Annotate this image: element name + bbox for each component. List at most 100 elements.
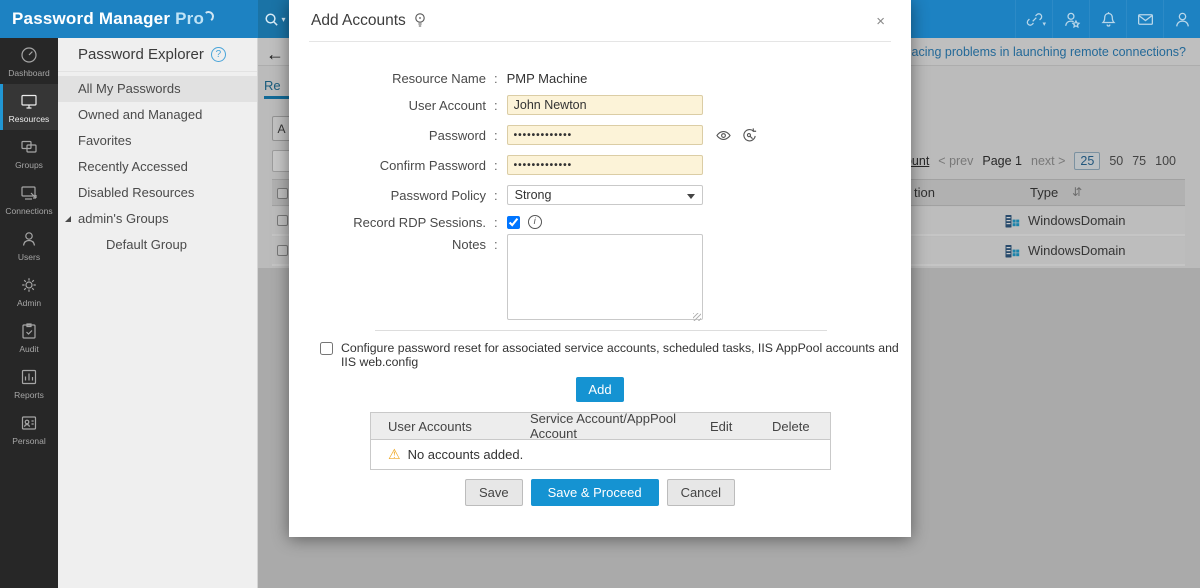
password-input[interactable] [507,125,703,145]
colon: : [494,71,498,86]
password-icon-group [715,127,758,144]
form-row-user-account: User Account : [289,90,911,120]
add-button[interactable]: Add [576,377,624,402]
sidebar-item-connections[interactable]: Connections [0,176,58,222]
main-sidebar: Dashboard Resources Groups Connections U… [0,38,58,588]
close-icon[interactable]: × [872,11,889,32]
sidebar-item-personal[interactable]: Personal [0,406,58,452]
confirm-password-label: Confirm Password [289,158,486,173]
col-service-account: Service Account/AppPool Account [530,411,710,441]
form-row-notes: Notes : [289,234,911,325]
profile-button[interactable] [1163,0,1200,38]
groups-icon [19,137,39,157]
colon: : [494,215,498,230]
notes-textarea[interactable] [507,234,703,320]
sidebar-item-dashboard[interactable]: Dashboard [0,38,58,84]
sidebar-item-resources[interactable]: Resources [0,84,58,130]
explorer-item-label: admin's Groups [78,211,169,226]
explorer-title: Password Explorer [78,46,204,63]
app-logo: Password Manager Pro [12,9,214,29]
accounts-table-header: User Accounts Service Account/AppPool Ac… [371,413,830,440]
configure-reset-row: Configure password reset for associated … [320,341,911,369]
tree-expander-icon[interactable] [65,216,71,222]
cancel-button[interactable]: Cancel [667,479,735,506]
user-favorites-button[interactable] [1052,0,1089,38]
explorer-header: Password Explorer ? [58,38,257,72]
form-divider [375,330,827,331]
mail-button[interactable] [1126,0,1163,38]
password-policy-label: Password Policy [289,188,486,203]
user-account-label: User Account [289,98,486,113]
form-row-resource-name: Resource Name : PMP Machine [289,66,911,90]
sidebar-label: Personal [12,436,46,446]
explorer-item-disabled-resources[interactable]: Disabled Resources [58,180,257,206]
explorer-item-default-group[interactable]: Default Group [58,232,257,258]
search-icon [263,11,280,28]
explorer-item-recently-accessed[interactable]: Recently Accessed [58,154,257,180]
empty-message: No accounts added. [408,447,524,462]
accounts-table: User Accounts Service Account/AppPool Ac… [370,412,831,470]
col-delete: Delete [772,419,830,434]
warning-icon: ⚠ [388,446,401,463]
bulb-icon[interactable] [413,12,427,29]
explorer-item-all-my-passwords[interactable]: All My Passwords [58,76,257,102]
quick-connect-button[interactable]: ▾ [1015,0,1052,38]
record-rdp-label: Record RDP Sessions. [289,215,486,230]
modal-title: Add Accounts [311,12,406,30]
sidebar-label: Resources [9,114,50,124]
sidebar-item-groups[interactable]: Groups [0,130,58,176]
generate-password-icon[interactable] [741,127,758,144]
save-and-proceed-button[interactable]: Save & Proceed [531,479,659,506]
sidebar-label: Admin [17,298,41,308]
audit-icon [19,321,39,341]
add-accounts-modal: Add Accounts × Resource Name : PMP Machi… [289,0,911,537]
save-button[interactable]: Save [465,479,523,506]
notes-label: Notes [289,234,486,252]
explorer-item-favorites[interactable]: Favorites [58,128,257,154]
explorer-item-owned-and-managed[interactable]: Owned and Managed [58,102,257,128]
account-form: Resource Name : PMP Machine User Account… [289,66,911,325]
sidebar-label: Reports [14,390,44,400]
users-icon [19,229,39,249]
sidebar-item-audit[interactable]: Audit [0,314,58,360]
link-icon [1025,10,1044,29]
colon: : [494,128,498,143]
sidebar-item-admin[interactable]: Admin [0,268,58,314]
resources-icon [19,91,39,111]
sidebar-item-reports[interactable]: Reports [0,360,58,406]
logo-swoosh-icon [202,10,214,22]
info-icon[interactable]: i [528,215,542,229]
notifications-button[interactable] [1089,0,1126,38]
colon: : [494,98,498,113]
modal-header: Add Accounts × [309,0,891,42]
mail-icon [1136,10,1155,29]
bell-icon [1099,10,1118,29]
explorer-item-admins-groups[interactable]: admin's Groups [58,206,257,232]
form-row-password-policy: Password Policy : Strong [289,180,911,210]
colon: : [494,158,498,173]
confirm-password-input[interactable] [507,155,703,175]
form-row-confirm-password: Confirm Password : [289,150,911,180]
help-icon[interactable]: ? [211,47,226,62]
form-row-password: Password : [289,120,911,150]
accounts-empty-row: ⚠ No accounts added. [371,440,830,469]
resize-handle[interactable] [693,313,701,321]
configure-reset-label: Configure password reset for associated … [341,341,911,369]
personal-icon [19,413,39,433]
record-rdp-checkbox[interactable] [507,216,520,229]
configure-reset-checkbox[interactable] [320,342,333,355]
link-caret-icon: ▾ [1042,20,1046,28]
password-label: Password [289,128,486,143]
sidebar-label: Dashboard [8,68,50,78]
reports-icon [19,367,39,387]
header-icon-group: ▾ [1015,0,1200,38]
global-search-button[interactable]: ▾ [258,0,291,38]
password-policy-select[interactable]: Strong [507,185,703,205]
sidebar-item-users[interactable]: Users [0,222,58,268]
show-password-eye-icon[interactable] [715,128,732,143]
logo-main: Password Manager [12,9,170,28]
search-caret-icon: ▾ [281,15,285,24]
connections-icon [19,183,39,203]
user-account-input[interactable] [507,95,703,115]
modal-footer: Save Save & Proceed Cancel [289,479,911,506]
